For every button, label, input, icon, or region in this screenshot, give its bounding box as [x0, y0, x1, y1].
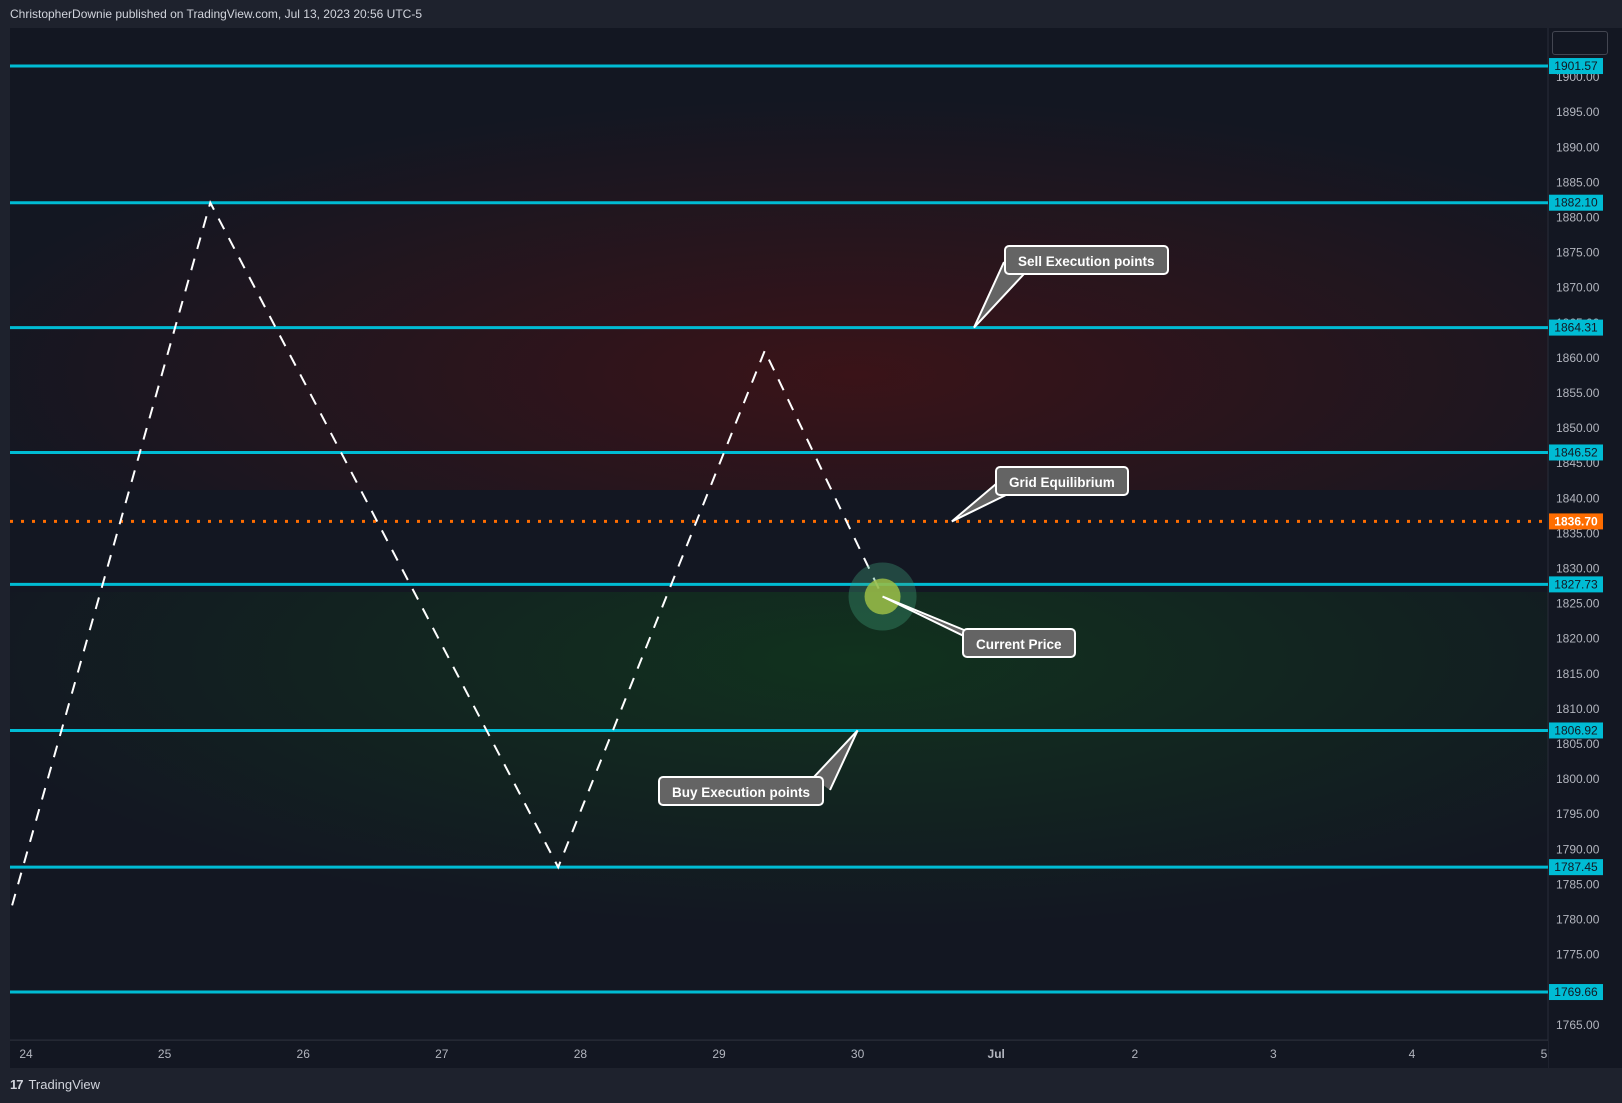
- x-tick-label: 30: [851, 1047, 865, 1061]
- buy-zone-shading: [10, 592, 1548, 1040]
- grid-level-price-label: 1846.52: [1554, 445, 1598, 459]
- grid-equilibrium-callout[interactable]: Grid Equilibrium: [995, 466, 1129, 496]
- x-tick-label: 24: [19, 1047, 33, 1061]
- tradingview-logo-icon: 17: [10, 1076, 24, 1092]
- y-tick-label: 1840.00: [1556, 491, 1600, 505]
- y-tick-label: 1830.00: [1556, 561, 1600, 575]
- y-tick-label: 1785.00: [1556, 877, 1600, 891]
- y-tick-label: 1890.00: [1556, 140, 1600, 154]
- grid-level-price-label: 1827.73: [1554, 577, 1598, 591]
- chart[interactable]: 1765.001770.001775.001780.001785.001790.…: [0, 0, 1622, 1103]
- price-scale-button[interactable]: [1552, 31, 1608, 55]
- y-tick-label: 1765.00: [1556, 1018, 1600, 1032]
- grid-level-price-label: 1882.10: [1554, 196, 1598, 210]
- x-tick-label: 28: [574, 1047, 588, 1061]
- y-tick-label: 1790.00: [1556, 842, 1600, 856]
- x-tick-label: 25: [158, 1047, 172, 1061]
- grid-level-price-label: 1901.57: [1554, 59, 1598, 73]
- grid-level-price-label: 1806.92: [1554, 723, 1598, 737]
- y-tick-label: 1850.00: [1556, 421, 1600, 435]
- grid-level-price-label: 1864.31: [1554, 321, 1598, 335]
- x-tick-label: 4: [1409, 1047, 1416, 1061]
- y-tick-label: 1870.00: [1556, 281, 1600, 295]
- y-tick-label: 1875.00: [1556, 246, 1600, 260]
- y-tick-label: 1780.00: [1556, 912, 1600, 926]
- y-tick-label: 1820.00: [1556, 632, 1600, 646]
- y-tick-label: 1795.00: [1556, 807, 1600, 821]
- brand-name: TradingView: [28, 1076, 101, 1092]
- x-tick-label: 26: [297, 1047, 311, 1061]
- y-tick-label: 1855.00: [1556, 386, 1600, 400]
- x-tick-label: 29: [712, 1047, 726, 1061]
- y-tick-label: 1825.00: [1556, 597, 1600, 611]
- current-price-callout[interactable]: Current Price: [962, 628, 1076, 658]
- grid-level-price-label: 1787.45: [1554, 860, 1598, 874]
- x-tick-label: 3: [1270, 1047, 1277, 1061]
- y-tick-label: 1775.00: [1556, 948, 1600, 962]
- x-tick-label: 27: [435, 1047, 449, 1061]
- x-tick-label: 5: [1541, 1047, 1548, 1061]
- y-tick-label: 1860.00: [1556, 351, 1600, 365]
- y-tick-label: 1880.00: [1556, 210, 1600, 224]
- equilibrium-price-label: 1836.70: [1554, 514, 1598, 528]
- sell-execution-callout[interactable]: Sell Execution points: [1004, 245, 1169, 275]
- buy-execution-callout[interactable]: Buy Execution points: [658, 776, 825, 806]
- tradingview-branding[interactable]: 17 TradingView: [10, 1074, 100, 1094]
- y-tick-label: 1895.00: [1556, 105, 1600, 119]
- y-tick-label: 1815.00: [1556, 667, 1600, 681]
- x-tick-label: Jul: [988, 1047, 1005, 1061]
- time-scale-panel[interactable]: [10, 1041, 1548, 1068]
- y-tick-label: 1800.00: [1556, 772, 1600, 786]
- y-tick-label: 1885.00: [1556, 175, 1600, 189]
- y-tick-label: 1805.00: [1556, 737, 1600, 751]
- x-tick-label: 2: [1131, 1047, 1138, 1061]
- y-tick-label: 1810.00: [1556, 702, 1600, 716]
- grid-level-price-label: 1769.66: [1554, 985, 1598, 999]
